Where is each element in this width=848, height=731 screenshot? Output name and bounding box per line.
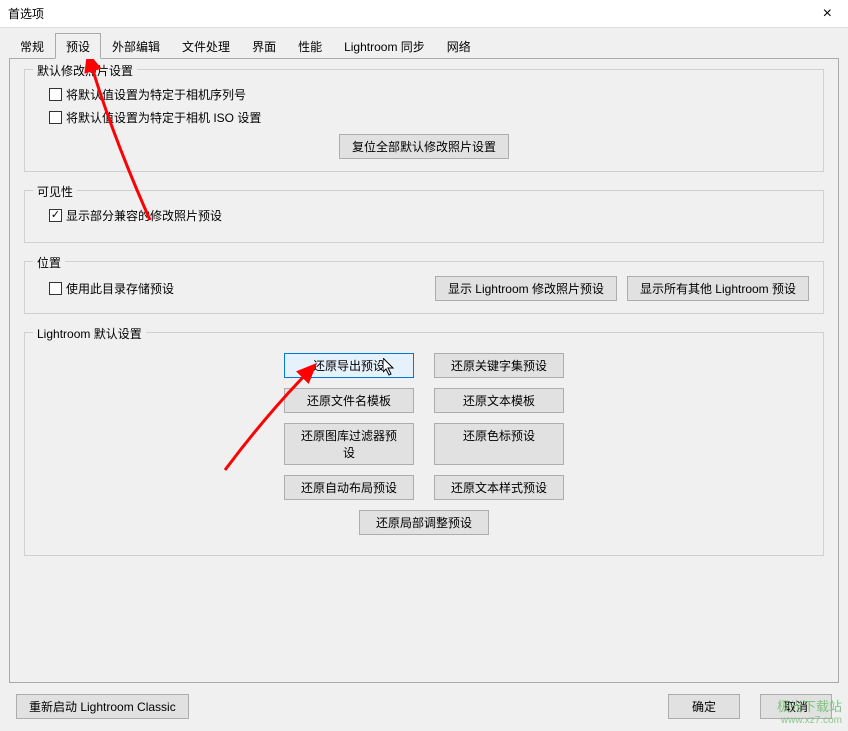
window-title: 首选项 (8, 5, 44, 22)
tabs-bar: 常规 预设 外部编辑 文件处理 界面 性能 Lightroom 同步 网络 (9, 34, 848, 58)
tab-general[interactable]: 常规 (9, 33, 55, 58)
label-camera-iso: 将默认值设置为特定于相机 ISO 设置 (66, 109, 261, 126)
tab-lightroom-sync[interactable]: Lightroom 同步 (333, 33, 436, 58)
group-default-develop-title: 默认修改照片设置 (33, 62, 137, 79)
restore-color-label-presets-button[interactable]: 还原色标预设 (434, 423, 564, 465)
tab-presets[interactable]: 预设 (55, 33, 101, 59)
tab-performance[interactable]: 性能 (287, 33, 333, 58)
close-icon[interactable]: × (815, 4, 840, 24)
group-lightroom-defaults: Lightroom 默认设置 还原导出预设 还原关键字集预设 还原文件名模板 还… (24, 332, 824, 556)
group-lr-defaults-title: Lightroom 默认设置 (33, 325, 146, 342)
label-show-partial: 显示部分兼容的修改照片预设 (66, 207, 222, 224)
tab-interface[interactable]: 界面 (241, 33, 287, 58)
cancel-button[interactable]: 取消 (760, 694, 832, 719)
tab-network[interactable]: 网络 (436, 33, 482, 58)
label-use-dir: 使用此目录存储预设 (66, 280, 174, 297)
footer: 重新启动 Lightroom Classic 确定 取消 (16, 694, 832, 719)
checkbox-use-dir[interactable] (49, 282, 62, 295)
tab-file-handling[interactable]: 文件处理 (171, 33, 241, 58)
reset-all-develop-defaults-button[interactable]: 复位全部默认修改照片设置 (339, 134, 509, 159)
restore-local-adjustment-presets-button[interactable]: 还原局部调整预设 (359, 510, 489, 535)
restore-text-templates-button[interactable]: 还原文本模板 (434, 388, 564, 413)
titlebar: 首选项 × (0, 0, 848, 28)
group-location-title: 位置 (33, 254, 65, 271)
tab-content: 默认修改照片设置 将默认值设置为特定于相机序列号 将默认值设置为特定于相机 IS… (9, 58, 839, 683)
restore-auto-layout-presets-button[interactable]: 还原自动布局预设 (284, 475, 414, 500)
restore-library-filter-presets-button[interactable]: 还原图库过滤器预设 (284, 423, 414, 465)
show-develop-presets-button[interactable]: 显示 Lightroom 修改照片预设 (435, 276, 617, 301)
label-camera-serial: 将默认值设置为特定于相机序列号 (66, 86, 246, 103)
preferences-window: 首选项 × 常规 预设 外部编辑 文件处理 界面 性能 Lightroom 同步… (0, 0, 848, 731)
group-visibility-title: 可见性 (33, 183, 77, 200)
ok-button[interactable]: 确定 (668, 694, 740, 719)
restart-lightroom-button[interactable]: 重新启动 Lightroom Classic (16, 694, 189, 719)
restore-text-style-presets-button[interactable]: 还原文本样式预设 (434, 475, 564, 500)
checkbox-show-partial[interactable] (49, 209, 62, 222)
restore-filename-templates-button[interactable]: 还原文件名模板 (284, 388, 414, 413)
group-location: 位置 使用此目录存储预设 显示 Lightroom 修改照片预设 显示所有其他 … (24, 261, 824, 314)
restore-keyword-sets-button[interactable]: 还原关键字集预设 (434, 353, 564, 378)
group-visibility: 可见性 显示部分兼容的修改照片预设 (24, 190, 824, 243)
restore-export-presets-button[interactable]: 还原导出预设 (284, 353, 414, 378)
checkbox-camera-iso[interactable] (49, 111, 62, 124)
checkbox-camera-serial[interactable] (49, 88, 62, 101)
group-default-develop: 默认修改照片设置 将默认值设置为特定于相机序列号 将默认值设置为特定于相机 IS… (24, 69, 824, 172)
show-all-other-presets-button[interactable]: 显示所有其他 Lightroom 预设 (627, 276, 809, 301)
tab-external-edit[interactable]: 外部编辑 (101, 33, 171, 58)
